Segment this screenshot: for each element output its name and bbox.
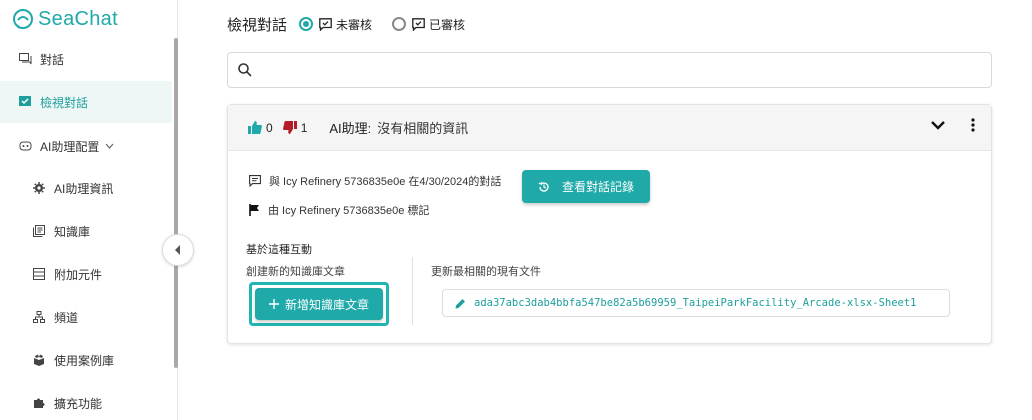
conversation-info-text: 與 Icy Refinery 5736835e0e 在4/30/2024的對話 (269, 176, 502, 188)
update-document-label: 更新最相關的現有文件 (431, 266, 541, 278)
thumbs-up-icon (248, 121, 262, 134)
section-divider (412, 257, 413, 325)
related-document-name: ada37abc3dab4bbfa547be82a5b69959_TaipeiP… (474, 297, 917, 309)
sidebar-item-use-cases[interactable]: 使用案例庫 (0, 339, 172, 381)
sidebar-item-label: 檢視對話 (40, 95, 89, 110)
conversation-info: 與 Icy Refinery 5736835e0e 在4/30/2024的對話 (249, 173, 501, 189)
radio-checked[interactable] (299, 17, 314, 31)
view-history-label: 查看對話記錄 (561, 180, 634, 194)
search-icon (238, 63, 252, 77)
sidebar-item-addons[interactable]: 附加元件 (0, 253, 172, 295)
sidebar-scrollbar[interactable] (174, 38, 178, 368)
filter-reviewed-label: 已審核 (429, 17, 466, 32)
filter-reviewed-radio[interactable]: 已審核 (392, 16, 465, 33)
sidebar-item-label: 附加元件 (54, 267, 103, 282)
gear-icon (32, 181, 46, 195)
ai-label: AI助理: (329, 121, 372, 136)
sidebar-item-label: 知識庫 (54, 224, 91, 239)
sidebar-item-label: AI助理資訊 (54, 181, 114, 196)
sidebar-item-review-conversations[interactable]: 檢視對話 (0, 81, 172, 123)
collapse-sidebar-button[interactable] (162, 234, 194, 266)
sidebar-item-channels[interactable]: 頻道 (0, 296, 172, 338)
page-header: 檢視對話 未審核 已審核 (227, 14, 485, 34)
chat-bubbles-icon (18, 52, 32, 66)
like-count-value: 0 (266, 120, 273, 135)
review-chat-icon (18, 95, 32, 109)
plus-icon (268, 299, 279, 309)
logo-text: SeaChat (38, 7, 118, 30)
sidebar-item-label: AI助理配置 (40, 139, 100, 154)
add-article-highlight: 新增知識庫文章 (249, 282, 389, 326)
box-icon (32, 353, 46, 367)
sidebar-item-conversations[interactable]: 對話 (0, 38, 172, 80)
chevron-down-icon (105, 143, 114, 149)
robot-icon (18, 139, 32, 153)
history-icon (538, 181, 550, 193)
sidebar-item-ai-config[interactable]: AI助理配置 (0, 125, 172, 167)
thumbs-down-icon (282, 121, 297, 134)
chat-message-icon (249, 175, 261, 187)
widgets-icon (32, 267, 46, 281)
radio-unchecked[interactable] (392, 17, 407, 31)
filter-unreviewed-radio[interactable]: 未審核 (299, 16, 372, 33)
sidebar-item-ai-info[interactable]: AI助理資訊 (0, 167, 172, 209)
sidebar-item-label: 頻道 (54, 310, 79, 325)
pencil-icon (455, 298, 465, 308)
channels-icon (32, 310, 46, 324)
conversation-card: 0 1 AI助理: 沒有相關的資訊 與 Icy Refinery 5736835… (227, 104, 992, 344)
search-bar[interactable] (227, 52, 992, 88)
flag-icon (249, 204, 259, 216)
sidebar: SeaChat 對話 檢視對話 AI助理配置 AI助理資訊 知識庫 附加元件 頻… (0, 0, 178, 420)
section-title: 基於這種互動 (246, 244, 312, 256)
flag-info-text: 由 Icy Refinery 5736835e0e 標記 (268, 205, 430, 217)
sidebar-item-knowledge-base[interactable]: 知識庫 (0, 210, 172, 252)
reviewed-chat-icon (412, 17, 425, 31)
sidebar-item-label: 擴充功能 (54, 396, 103, 411)
add-article-label: 新增知識庫文章 (284, 297, 369, 312)
add-knowledge-article-button[interactable]: 新增知識庫文章 (255, 288, 383, 320)
search-input[interactable] (260, 62, 991, 78)
view-history-button[interactable]: 查看對話記錄 (522, 170, 650, 203)
puzzle-icon (32, 396, 46, 410)
dislike-count[interactable]: 1 (282, 120, 308, 135)
seachat-logo[interactable]: SeaChat (12, 6, 118, 32)
unreviewed-chat-icon (319, 17, 332, 31)
dislike-count-value: 1 (300, 120, 308, 135)
card-header[interactable]: 0 1 AI助理: 沒有相關的資訊 (228, 105, 991, 151)
more-options-icon[interactable] (971, 118, 975, 132)
seachat-logo-icon (13, 9, 33, 29)
sidebar-item-extensions[interactable]: 擴充功能 (0, 382, 172, 420)
related-document-link[interactable]: ada37abc3dab4bbfa547be82a5b69959_TaipeiP… (442, 289, 950, 317)
sidebar-item-label: 使用案例庫 (54, 353, 115, 368)
ai-answer: 沒有相關的資訊 (377, 121, 469, 136)
page-title: 檢視對話 (227, 16, 288, 34)
create-article-label: 創建新的知識庫文章 (246, 266, 345, 278)
sidebar-item-label: 對話 (40, 52, 65, 67)
flag-info: 由 Icy Refinery 5736835e0e 標記 (249, 202, 429, 218)
filter-unreviewed-label: 未審核 (336, 17, 373, 32)
chevron-left-icon (174, 245, 182, 255)
library-icon (32, 224, 46, 238)
chevron-down-icon[interactable] (931, 120, 945, 130)
like-count[interactable]: 0 (248, 121, 273, 135)
